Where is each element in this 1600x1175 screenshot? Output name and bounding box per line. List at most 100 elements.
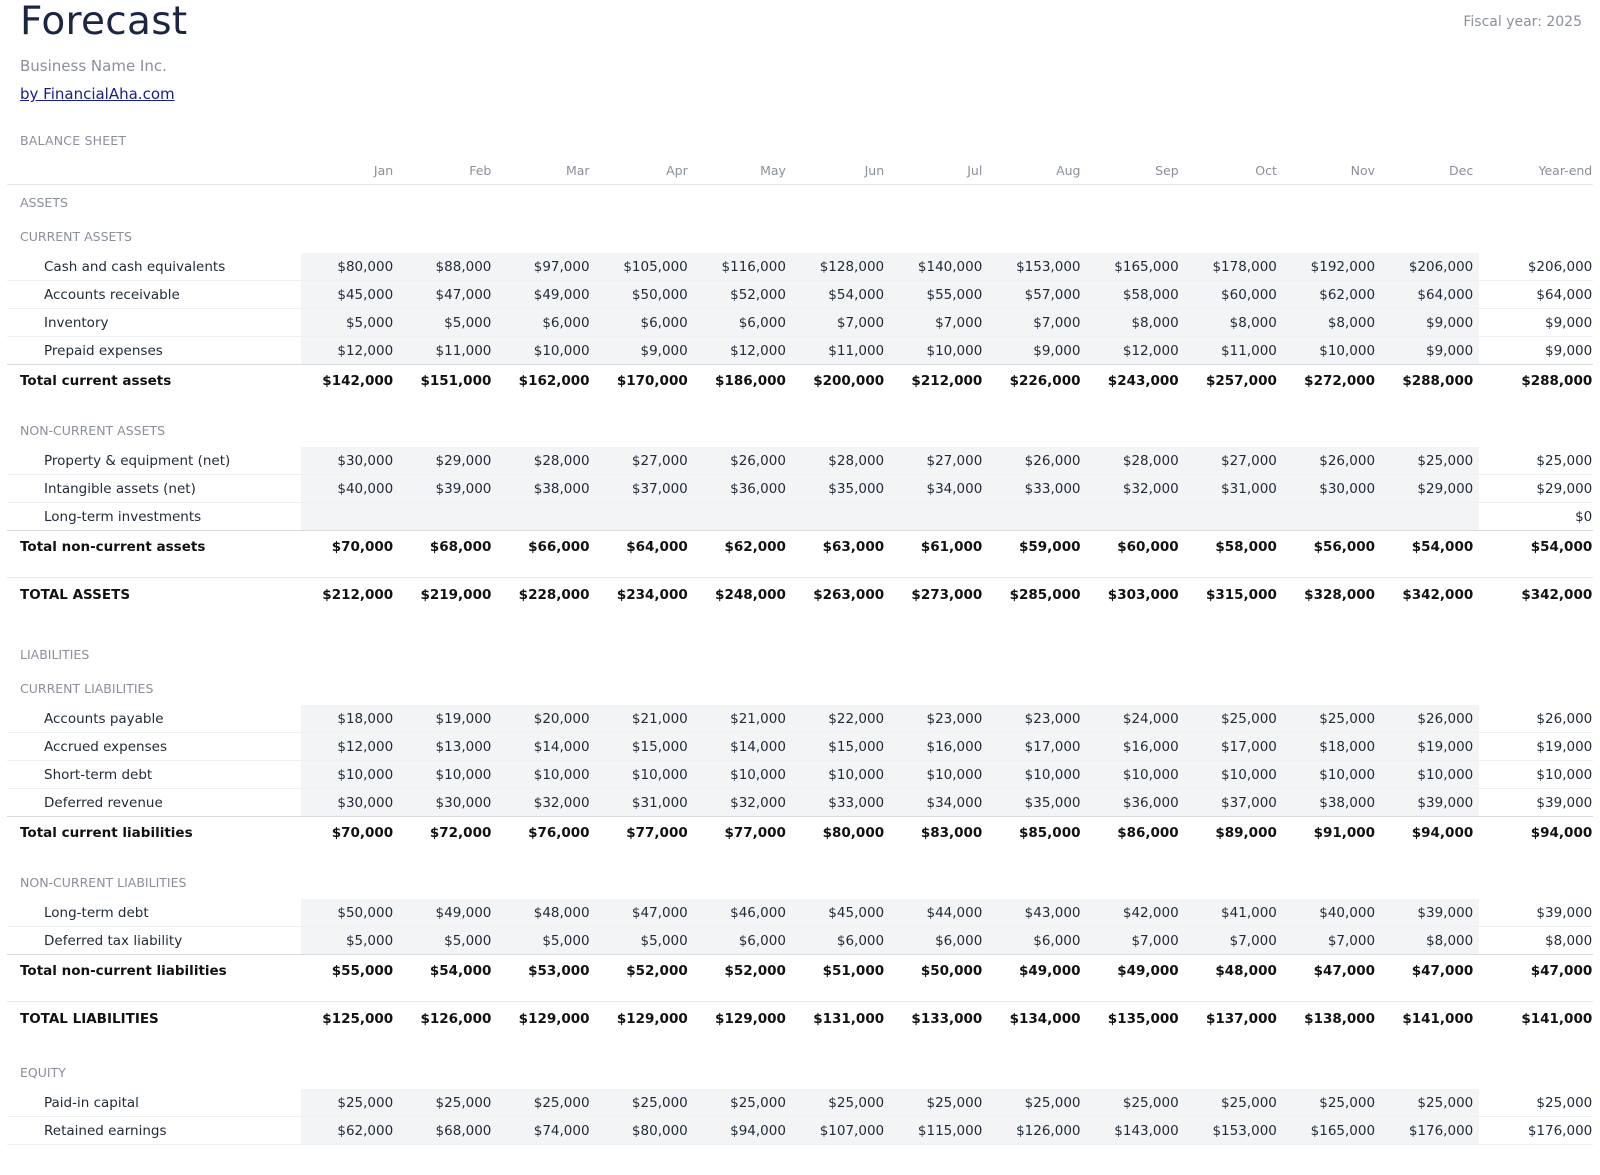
value-cell-sep[interactable]: $10,000 [1086, 761, 1185, 789]
value-cell-jun[interactable]: $45,000 [791, 899, 891, 927]
value-cell-jun[interactable]: $7,000 [791, 309, 891, 337]
value-cell-aug[interactable]: $10,000 [988, 761, 1087, 789]
value-cell-feb[interactable]: $5,000 [399, 927, 498, 955]
value-cell-feb[interactable]: $13,000 [399, 733, 498, 761]
value-cell-jul[interactable]: $55,000 [890, 281, 989, 309]
value-cell-mar[interactable]: $20,000 [497, 705, 596, 733]
value-cell-feb[interactable]: $10,000 [399, 761, 498, 789]
value-cell-aug[interactable]: $17,000 [988, 733, 1087, 761]
value-cell-jan[interactable]: $25,000 [301, 1089, 400, 1117]
value-cell-sep[interactable]: $24,000 [1086, 705, 1185, 733]
value-cell-sep[interactable]: $16,000 [1086, 733, 1185, 761]
value-cell-oct[interactable]: $31,000 [1184, 475, 1283, 503]
value-cell-jun[interactable]: $35,000 [791, 475, 891, 503]
value-cell-may[interactable]: $116,000 [693, 253, 792, 281]
value-cell-may[interactable]: $36,000 [693, 475, 792, 503]
value-cell-feb[interactable] [399, 503, 498, 531]
value-cell-dec[interactable] [1381, 503, 1480, 531]
value-cell-aug[interactable]: $26,000 [988, 447, 1087, 475]
value-cell-oct[interactable]: $8,000 [1184, 309, 1283, 337]
value-cell-jan[interactable]: $5,000 [301, 927, 400, 955]
value-cell-aug[interactable]: $43,000 [988, 899, 1087, 927]
value-cell-oct[interactable]: $27,000 [1184, 447, 1283, 475]
value-cell-may[interactable]: $14,000 [693, 733, 792, 761]
value-cell-nov[interactable] [1282, 503, 1382, 531]
value-cell-feb[interactable]: $29,000 [399, 447, 498, 475]
value-cell-nov[interactable]: $10,000 [1282, 337, 1382, 365]
value-cell-sep[interactable] [1086, 503, 1185, 531]
value-cell-mar[interactable] [497, 503, 596, 531]
value-cell-apr[interactable]: $5,000 [595, 927, 694, 955]
value-cell-jan[interactable]: $80,000 [301, 253, 400, 281]
value-cell-aug[interactable]: $23,000 [988, 705, 1087, 733]
value-cell-jan[interactable]: $40,000 [301, 475, 400, 503]
value-cell-feb[interactable]: $19,000 [399, 705, 498, 733]
value-cell-oct[interactable]: $25,000 [1184, 705, 1283, 733]
value-cell-aug[interactable]: $6,000 [988, 927, 1087, 955]
value-cell-jan[interactable]: $12,000 [301, 733, 400, 761]
value-cell-nov[interactable]: $10,000 [1282, 761, 1382, 789]
value-cell-jan[interactable]: $62,000 [301, 1117, 400, 1145]
value-cell-apr[interactable]: $37,000 [595, 475, 694, 503]
value-cell-sep[interactable]: $7,000 [1086, 927, 1185, 955]
value-cell-jul[interactable]: $10,000 [890, 337, 989, 365]
value-cell-jan[interactable]: $30,000 [301, 447, 400, 475]
value-cell-jun[interactable]: $25,000 [791, 1089, 891, 1117]
value-cell-mar[interactable]: $38,000 [497, 475, 596, 503]
value-cell-may[interactable]: $12,000 [693, 337, 792, 365]
value-cell-mar[interactable]: $49,000 [497, 281, 596, 309]
value-cell-jan[interactable]: $18,000 [301, 705, 400, 733]
value-cell-nov[interactable]: $192,000 [1282, 253, 1382, 281]
value-cell-dec[interactable]: $19,000 [1381, 733, 1480, 761]
value-cell-jul[interactable]: $34,000 [890, 475, 989, 503]
value-cell-nov[interactable]: $8,000 [1282, 309, 1382, 337]
value-cell-apr[interactable]: $80,000 [595, 1117, 694, 1145]
value-cell-may[interactable]: $10,000 [693, 761, 792, 789]
value-cell-mar[interactable]: $74,000 [497, 1117, 596, 1145]
value-cell-apr[interactable]: $27,000 [595, 447, 694, 475]
value-cell-jun[interactable]: $107,000 [791, 1117, 891, 1145]
value-cell-oct[interactable]: $37,000 [1184, 789, 1283, 817]
value-cell-may[interactable]: $6,000 [693, 927, 792, 955]
value-cell-jul[interactable]: $34,000 [890, 789, 989, 817]
value-cell-apr[interactable]: $105,000 [595, 253, 694, 281]
value-cell-apr[interactable]: $10,000 [595, 761, 694, 789]
value-cell-apr[interactable]: $31,000 [595, 789, 694, 817]
value-cell-dec[interactable]: $9,000 [1381, 309, 1480, 337]
value-cell-jun[interactable]: $54,000 [791, 281, 891, 309]
value-cell-may[interactable]: $46,000 [693, 899, 792, 927]
value-cell-jan[interactable]: $45,000 [301, 281, 400, 309]
value-cell-oct[interactable]: $153,000 [1184, 1117, 1283, 1145]
value-cell-mar[interactable]: $5,000 [497, 927, 596, 955]
value-cell-jul[interactable] [890, 503, 989, 531]
value-cell-sep[interactable]: $8,000 [1086, 309, 1185, 337]
value-cell-oct[interactable]: $25,000 [1184, 1089, 1283, 1117]
value-cell-sep[interactable]: $36,000 [1086, 789, 1185, 817]
value-cell-apr[interactable]: $9,000 [595, 337, 694, 365]
value-cell-oct[interactable] [1184, 503, 1283, 531]
value-cell-aug[interactable]: $35,000 [988, 789, 1087, 817]
value-cell-aug[interactable]: $33,000 [988, 475, 1087, 503]
value-cell-feb[interactable]: $5,000 [399, 309, 498, 337]
value-cell-may[interactable]: $21,000 [693, 705, 792, 733]
value-cell-sep[interactable]: $42,000 [1086, 899, 1185, 927]
value-cell-mar[interactable]: $32,000 [497, 789, 596, 817]
value-cell-dec[interactable]: $10,000 [1381, 761, 1480, 789]
value-cell-jan[interactable]: $10,000 [301, 761, 400, 789]
value-cell-jul[interactable]: $25,000 [890, 1089, 989, 1117]
value-cell-oct[interactable]: $11,000 [1184, 337, 1283, 365]
value-cell-sep[interactable]: $12,000 [1086, 337, 1185, 365]
value-cell-nov[interactable]: $40,000 [1282, 899, 1382, 927]
value-cell-mar[interactable]: $10,000 [497, 761, 596, 789]
value-cell-dec[interactable]: $29,000 [1381, 475, 1480, 503]
value-cell-feb[interactable]: $47,000 [399, 281, 498, 309]
value-cell-may[interactable]: $94,000 [693, 1117, 792, 1145]
value-cell-dec[interactable]: $39,000 [1381, 789, 1480, 817]
value-cell-dec[interactable]: $64,000 [1381, 281, 1480, 309]
value-cell-jun[interactable]: $11,000 [791, 337, 891, 365]
value-cell-jul[interactable]: $23,000 [890, 705, 989, 733]
value-cell-aug[interactable]: $7,000 [988, 309, 1087, 337]
value-cell-jan[interactable]: $50,000 [301, 899, 400, 927]
value-cell-nov[interactable]: $25,000 [1282, 705, 1382, 733]
value-cell-apr[interactable]: $6,000 [595, 309, 694, 337]
